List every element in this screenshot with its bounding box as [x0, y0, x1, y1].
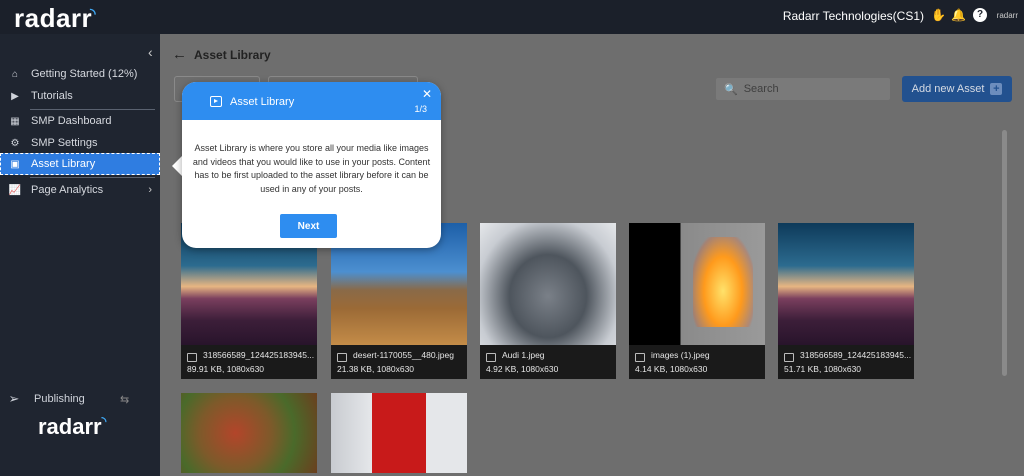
- popover-body: Asset Library is where you store all you…: [192, 143, 431, 194]
- publishing-toggle[interactable]: ➢ Publishing ⇆: [6, 389, 136, 409]
- close-icon[interactable]: ✕: [422, 87, 432, 101]
- sidebar-item-smp-settings[interactable]: ⚙ SMP Settings: [0, 132, 160, 154]
- asset-card[interactable]: Audi 1.jpeg 4.92 KB, 1080x630: [480, 223, 616, 379]
- radarr-logo[interactable]: radarr◝: [14, 3, 98, 34]
- asset-card[interactable]: [331, 393, 467, 473]
- asset-card[interactable]: [181, 393, 317, 473]
- sidebar-item-label: Getting Started (12%): [31, 68, 138, 80]
- popover-step: 1/3: [414, 104, 427, 114]
- asset-name: 318566589_124425183945...: [800, 350, 912, 360]
- signal-icon: ◝: [90, 5, 97, 21]
- image-icon: [337, 353, 347, 362]
- help-icon[interactable]: ?: [973, 8, 987, 22]
- sidebar-item-page-analytics[interactable]: 📈 Page Analytics ›: [0, 179, 160, 201]
- send-icon: ➢: [8, 391, 20, 406]
- image-icon: [784, 353, 794, 362]
- sidebar: ‹ ⌂ Getting Started (12%) ▶ Tutorials ▦ …: [0, 34, 160, 476]
- asset-thumbnail: [331, 393, 467, 473]
- asset-thumbnail: [778, 223, 914, 345]
- sidebar-item-label: SMP Dashboard: [31, 115, 112, 127]
- asset-info: 21.38 KB, 1080x630: [337, 364, 415, 374]
- asset-thumbnail: [480, 223, 616, 345]
- radarr-bottom-logo: radarr◝: [38, 414, 107, 439]
- video-icon: ▶: [11, 90, 19, 102]
- add-new-asset-button[interactable]: Add new Asset +: [902, 76, 1012, 102]
- gear-icon: ⚙: [10, 137, 20, 149]
- hand-icon[interactable]: ✋: [931, 8, 946, 22]
- sidebar-item-smp-dashboard[interactable]: ▦ SMP Dashboard: [0, 110, 160, 132]
- sidebar-item-label: Asset Library: [31, 158, 96, 170]
- dashboard-icon: ▦: [10, 115, 20, 127]
- asset-card[interactable]: images (1).jpeg 4.14 KB, 1080x630: [629, 223, 765, 379]
- image-icon: [187, 353, 197, 362]
- search-input[interactable]: [743, 83, 884, 95]
- asset-thumbnail: [629, 223, 765, 345]
- asset-name: images (1).jpeg: [651, 350, 710, 360]
- image-icon: [635, 353, 645, 362]
- bell-icon[interactable]: 🔔: [951, 8, 966, 22]
- play-box-icon: ▣: [10, 158, 20, 170]
- sidebar-item-asset-library[interactable]: ▣ Asset Library: [0, 153, 160, 175]
- chevron-right-icon: ›: [148, 184, 152, 196]
- top-bar: radarr◝ Radarr Technologies(CS1) ✋ 🔔 ? r…: [0, 0, 1024, 34]
- asset-info: 4.14 KB, 1080x630: [635, 364, 708, 374]
- asset-info: 4.92 KB, 1080x630: [486, 364, 559, 374]
- home-icon: ⌂: [11, 68, 19, 80]
- analytics-icon: 📈: [8, 184, 22, 196]
- page-title: Asset Library: [194, 48, 271, 62]
- popover-arrow: [172, 156, 182, 176]
- sidebar-item-getting-started[interactable]: ⌂ Getting Started (12%): [0, 63, 160, 85]
- asset-name: desert-1170055__480.jpeg: [353, 350, 454, 360]
- sidebar-item-label: Page Analytics: [31, 184, 104, 196]
- sidebar-item-tutorials[interactable]: ▶ Tutorials: [0, 85, 160, 107]
- popover-title: Asset Library: [230, 96, 295, 108]
- sidebar-item-label: SMP Settings: [31, 137, 98, 149]
- sidebar-item-label: Tutorials: [31, 90, 73, 102]
- plus-icon: +: [990, 83, 1003, 95]
- publishing-label: Publishing: [34, 393, 85, 405]
- add-new-asset-label: Add new Asset: [911, 83, 985, 95]
- asset-info: 89.91 KB, 1080x630: [187, 364, 265, 374]
- asset-name: 318566589_124425183945...: [203, 350, 315, 360]
- organization-name[interactable]: Radarr Technologies(CS1): [783, 9, 924, 23]
- asset-card[interactable]: 318566589_124425183945... 51.71 KB, 1080…: [778, 223, 914, 379]
- asset-info: 51.71 KB, 1080x630: [784, 364, 862, 374]
- play-box-icon: [210, 96, 222, 107]
- tour-popover: Asset Library ✕ 1/3 Asset Library is whe…: [182, 82, 441, 248]
- divider: [30, 177, 155, 178]
- signal-icon: ◝: [101, 414, 107, 428]
- user-avatar-logo[interactable]: radarr: [997, 11, 1018, 20]
- search-bar: 🔍: [716, 78, 890, 100]
- search-icon: 🔍: [724, 83, 738, 96]
- popover-header: Asset Library ✕ 1/3: [182, 82, 441, 120]
- asset-name: Audi 1.jpeg: [502, 350, 545, 360]
- next-button[interactable]: Next: [280, 214, 337, 238]
- swap-icon[interactable]: ⇆: [120, 393, 129, 406]
- collapse-sidebar-icon[interactable]: ‹: [148, 44, 153, 60]
- image-icon: [486, 353, 496, 362]
- back-arrow-icon[interactable]: ←: [172, 46, 187, 63]
- asset-thumbnail: [181, 393, 317, 473]
- scrollbar[interactable]: [1002, 130, 1007, 376]
